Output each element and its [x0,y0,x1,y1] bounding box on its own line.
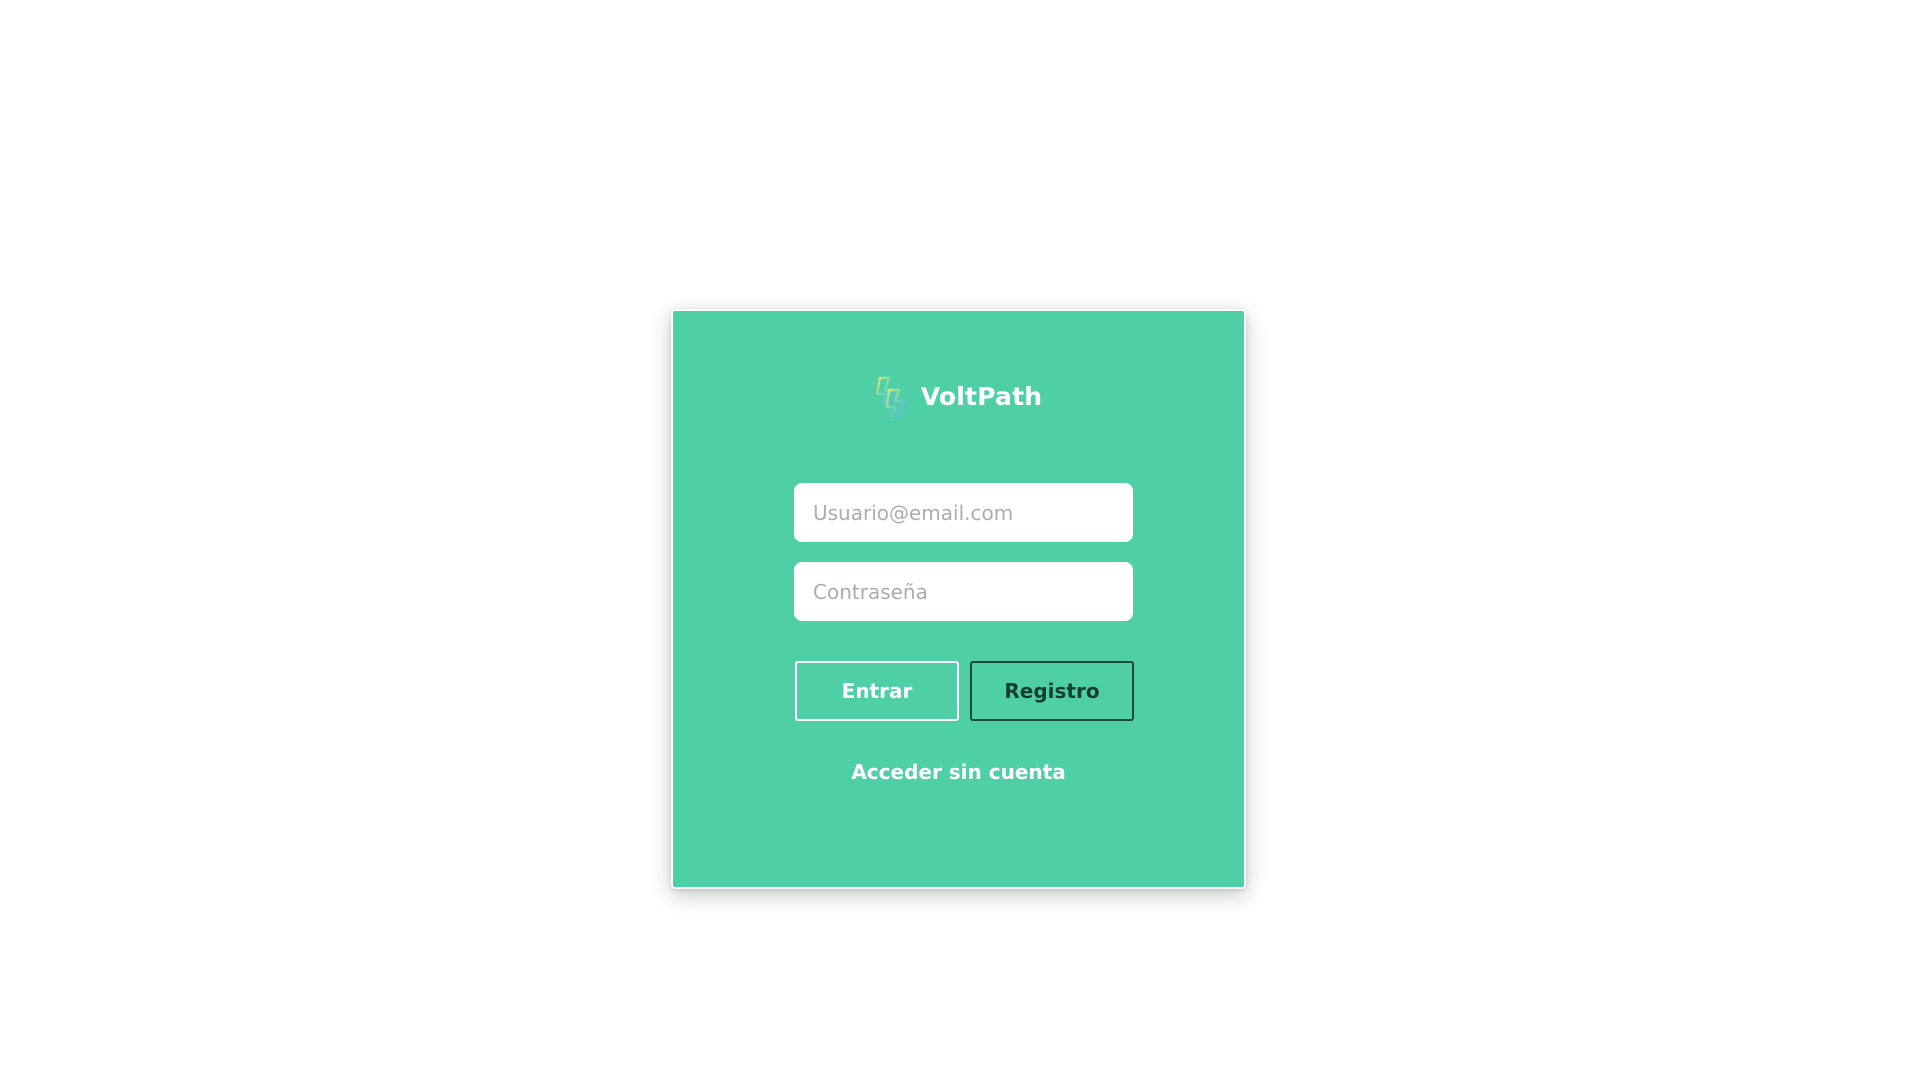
register-button[interactable]: Registro [970,661,1134,721]
password-input[interactable] [794,562,1133,621]
brand-header: VoltPath [673,374,1244,418]
login-page: VoltPath Entrar Registro Acceder sin cue… [0,0,1920,1080]
lightning-bolt-icon [875,376,906,418]
email-input[interactable] [794,483,1133,542]
guest-access-link[interactable]: Acceder sin cuenta [673,760,1244,784]
login-card: VoltPath Entrar Registro Acceder sin cue… [671,309,1246,889]
login-button[interactable]: Entrar [795,661,959,721]
app-name: VoltPath [920,381,1043,411]
